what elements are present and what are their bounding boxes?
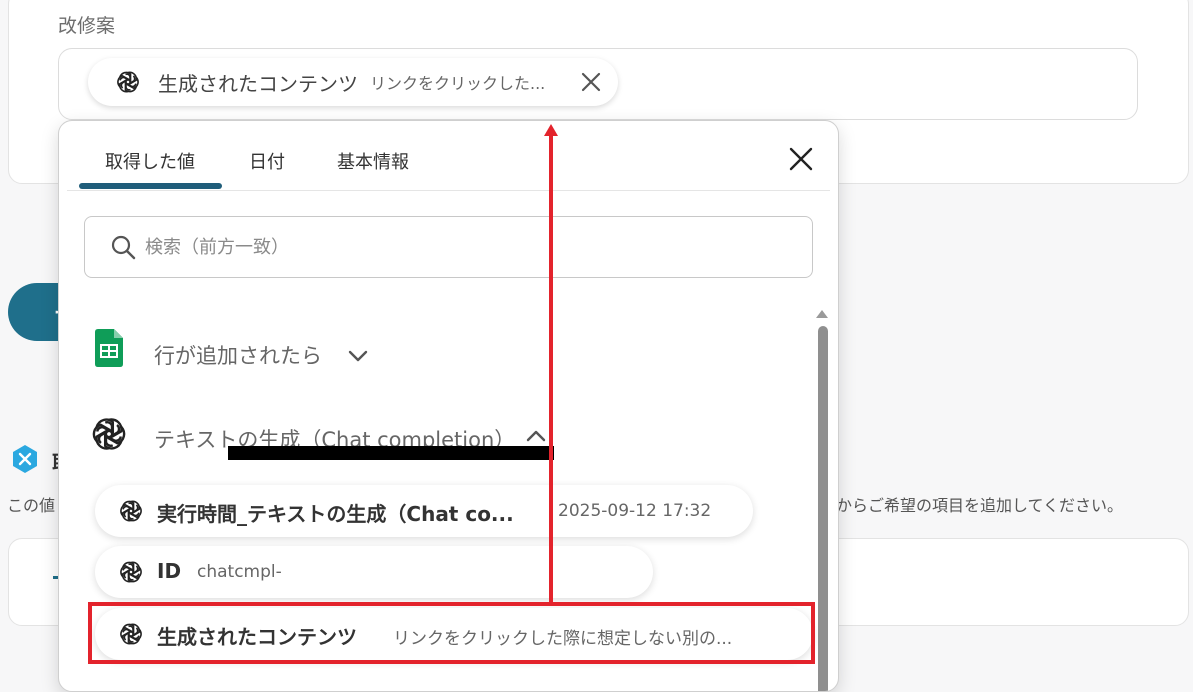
item-label: 実行時間_テキストの生成（Chat co...: [157, 502, 514, 526]
chip-preview: リンクをクリックした...: [370, 74, 546, 93]
tabs-divider: [67, 190, 830, 191]
search-input[interactable]: [143, 229, 787, 265]
search-icon: [111, 235, 136, 260]
annotation-arrow-head: [544, 124, 558, 136]
openai-icon: [117, 558, 145, 586]
field-label: 改修案: [58, 15, 116, 37]
item-label: ID: [157, 559, 182, 583]
scroll-up-arrow[interactable]: [816, 310, 828, 318]
chip-title: 生成されたコンテンツ: [158, 71, 358, 96]
value-item-execution-time[interactable]: 実行時間_テキストの生成（Chat co... 2025-09-12 17:32: [95, 485, 753, 537]
google-sheets-icon: [95, 329, 123, 367]
item-value: chatcmpl-: [197, 562, 282, 582]
tab-bar: 取得した値 日付 基本情報: [59, 121, 838, 191]
tab-date[interactable]: 日付: [249, 148, 285, 174]
annotation-highlight-box: [88, 602, 815, 664]
active-tab-indicator: [79, 183, 222, 189]
tab-retrieved-values[interactable]: 取得した値: [105, 148, 195, 174]
close-icon[interactable]: [786, 144, 816, 174]
openai-icon: [88, 413, 130, 455]
description-text: この値: [7, 496, 56, 515]
scrollbar-thumb[interactable]: [818, 326, 828, 691]
openai-icon: [114, 68, 142, 96]
integration-icon: [13, 445, 37, 473]
search-field: [84, 216, 813, 278]
chevron-up-icon: [526, 430, 546, 442]
section-sheets-trigger[interactable]: 行が追加されたら: [59, 329, 819, 379]
value-item-id[interactable]: ID chatcmpl-: [95, 546, 653, 598]
redaction-bar: [228, 446, 554, 460]
selected-value-chip[interactable]: 生成されたコンテンツ リンクをクリックした...: [88, 58, 618, 106]
tab-basic-info[interactable]: 基本情報: [337, 148, 409, 174]
chevron-down-icon: [348, 350, 368, 362]
annotation-arrow: [549, 134, 553, 602]
description-text-tail: からご希望の項目を追加してください。: [836, 496, 1124, 515]
openai-icon: [117, 497, 145, 525]
item-value: 2025-09-12 17:32: [558, 501, 712, 521]
remove-chip-icon[interactable]: [578, 69, 604, 95]
section-title: 行が追加されたら: [154, 344, 322, 368]
